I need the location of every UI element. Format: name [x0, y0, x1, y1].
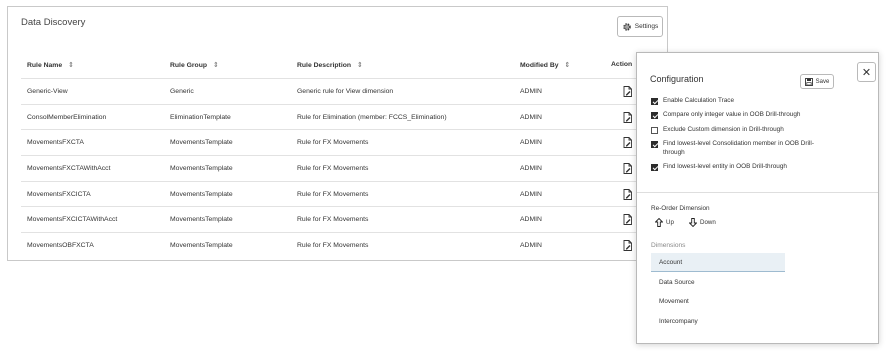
modified-by-cell: ADMIN [520, 190, 542, 198]
rule-description-cell: Rule for FX Movements [297, 216, 369, 224]
table-header: Rule Name ⇕ Rule Group ⇕ Rule Descriptio… [21, 56, 661, 78]
table-row[interactable]: ConsolMemberElimination EliminationTempl… [21, 103, 661, 130]
rules-table: Rule Name ⇕ Rule Group ⇕ Rule Descriptio… [21, 56, 661, 258]
table-row[interactable]: Generic-View Generic Generic rule for Vi… [21, 78, 661, 104]
rule-name-cell: MovementsFXCTA [27, 139, 84, 147]
column-header-rule-name[interactable]: Rule Name ⇕ [27, 61, 74, 70]
divider [637, 192, 878, 193]
rule-name-cell: Generic-View [27, 88, 68, 95]
modified-by-cell: ADMIN [520, 165, 542, 173]
checkbox[interactable] [651, 127, 658, 134]
close-icon: ✕ [861, 66, 872, 79]
checkbox[interactable] [651, 98, 658, 105]
rule-name-cell: MovementsFXCICTAWithAcct [27, 216, 118, 224]
dimensions-label: Dimensions [651, 242, 686, 249]
rule-name-cell: MovementsFXCTAWithAcct [27, 165, 111, 173]
edit-document-icon[interactable] [623, 86, 633, 97]
arrow-down-icon [689, 218, 697, 227]
modified-by-cell: ADMIN [520, 88, 542, 95]
option-label: Find lowest-level Consolidation member i… [663, 140, 814, 156]
column-header-rule-group[interactable]: Rule Group ⇕ [170, 61, 219, 70]
table-row[interactable]: MovementsFXCICTA MovementsTemplate Rule … [21, 180, 661, 207]
rule-description-cell: Rule for FX Movements [297, 165, 369, 173]
up-label: Up [666, 219, 674, 226]
rule-description-cell: Rule for FX Movements [297, 190, 369, 198]
option-label: Find lowest-level entity in OOB Drill-th… [663, 163, 787, 170]
settings-label: Settings [634, 23, 659, 30]
dimension-item-account[interactable]: Account [651, 253, 785, 272]
edit-document-icon[interactable] [623, 163, 633, 175]
table-row[interactable]: MovementsFXCTA MovementsTemplate Rule fo… [21, 129, 661, 155]
option-find-lowest-entity[interactable]: Find lowest-level entity in OOB Drill-th… [651, 163, 821, 172]
option-label: Compare only integer value in OOB Drill-… [663, 111, 801, 118]
option-exclude-custom-dimension[interactable]: Exclude Custom dimension in Drill-throug… [651, 126, 821, 135]
close-button[interactable]: ✕ [857, 62, 876, 82]
rule-name-cell: MovementsFXCICTA [27, 190, 91, 198]
option-label: Enable Calculation Trace [663, 97, 735, 104]
settings-button[interactable]: Settings [617, 16, 663, 37]
checkbox[interactable] [651, 164, 658, 171]
rule-description-cell: Generic rule for View dimension [297, 88, 394, 95]
checkbox[interactable] [651, 141, 658, 148]
column-header-modified-by[interactable]: Modified By ⇕ [520, 61, 571, 70]
edit-document-icon[interactable] [623, 214, 633, 226]
rule-name-cell: ConsolMemberElimination [27, 113, 107, 121]
down-label: Down [700, 219, 716, 226]
table-row[interactable]: MovementsOBFXCTA MovementsTemplate Rule … [21, 232, 661, 258]
sort-icon[interactable]: ⇕ [68, 61, 74, 69]
sort-icon[interactable]: ⇕ [565, 61, 571, 69]
rule-group-cell: MovementsTemplate [170, 139, 233, 147]
rule-group-cell: Generic [170, 88, 194, 95]
configuration-panel: ✕ Configuration Save Enable Calculation … [636, 52, 879, 344]
rule-group-cell: MovementsTemplate [170, 190, 233, 198]
save-button[interactable]: Save [800, 74, 834, 89]
column-header-action: Action [611, 61, 633, 68]
checkbox[interactable] [651, 112, 658, 119]
save-icon [804, 77, 813, 86]
save-label: Save [815, 78, 830, 85]
move-up-button[interactable]: Up [655, 218, 674, 227]
rule-description-cell: Rule for FX Movements [297, 139, 369, 147]
option-label: Exclude Custom dimension in Drill-throug… [663, 126, 784, 133]
sort-icon[interactable]: ⇕ [357, 61, 363, 69]
column-header-rule-description[interactable]: Rule Description ⇕ [297, 61, 363, 70]
modified-by-cell: ADMIN [520, 113, 542, 121]
rule-group-cell: MovementsTemplate [170, 242, 233, 250]
move-down-button[interactable]: Down [689, 218, 716, 227]
rule-group-cell: EliminationTemplate [170, 113, 231, 121]
edit-document-icon[interactable] [623, 111, 633, 123]
rule-description-cell: Rule for Elimination (member: FCCS_Elimi… [297, 113, 447, 121]
rule-group-cell: MovementsTemplate [170, 216, 233, 224]
sort-icon[interactable]: ⇕ [213, 61, 219, 69]
table-row[interactable]: MovementsFXCICTAWithAcct MovementsTempla… [21, 206, 661, 232]
page-title: Data Discovery [21, 17, 86, 28]
edit-document-icon[interactable] [623, 137, 633, 149]
modified-by-cell: ADMIN [520, 216, 542, 224]
option-enable-calculation-trace[interactable]: Enable Calculation Trace [651, 97, 821, 106]
dimension-item-data-source[interactable]: Data Source [651, 273, 785, 292]
edit-document-icon[interactable] [623, 188, 633, 200]
rule-name-cell: MovementsOBFXCTA [27, 242, 94, 250]
dimension-item-intercompany[interactable]: Intercompany [651, 312, 785, 331]
arrow-up-icon [655, 218, 663, 227]
gear-icon [623, 22, 631, 31]
reorder-dimension-label: Re-Order Dimension [651, 205, 710, 212]
data-discovery-panel: Data Discovery Settings Rule Name ⇕ Rule… [7, 6, 668, 261]
rule-description-cell: Rule for FX Movements [297, 242, 369, 250]
configuration-title: Configuration [650, 74, 704, 84]
option-compare-integer-value[interactable]: Compare only integer value in OOB Drill-… [651, 111, 821, 120]
modified-by-cell: ADMIN [520, 242, 542, 250]
modified-by-cell: ADMIN [520, 139, 542, 147]
dimension-item-movement[interactable]: Movement [651, 292, 785, 311]
table-row[interactable]: MovementsFXCTAWithAcct MovementsTemplate… [21, 155, 661, 181]
option-find-lowest-consolidation-member[interactable]: Find lowest-level Consolidation member i… [651, 140, 821, 157]
edit-document-icon[interactable] [623, 240, 633, 252]
rule-group-cell: MovementsTemplate [170, 165, 233, 173]
